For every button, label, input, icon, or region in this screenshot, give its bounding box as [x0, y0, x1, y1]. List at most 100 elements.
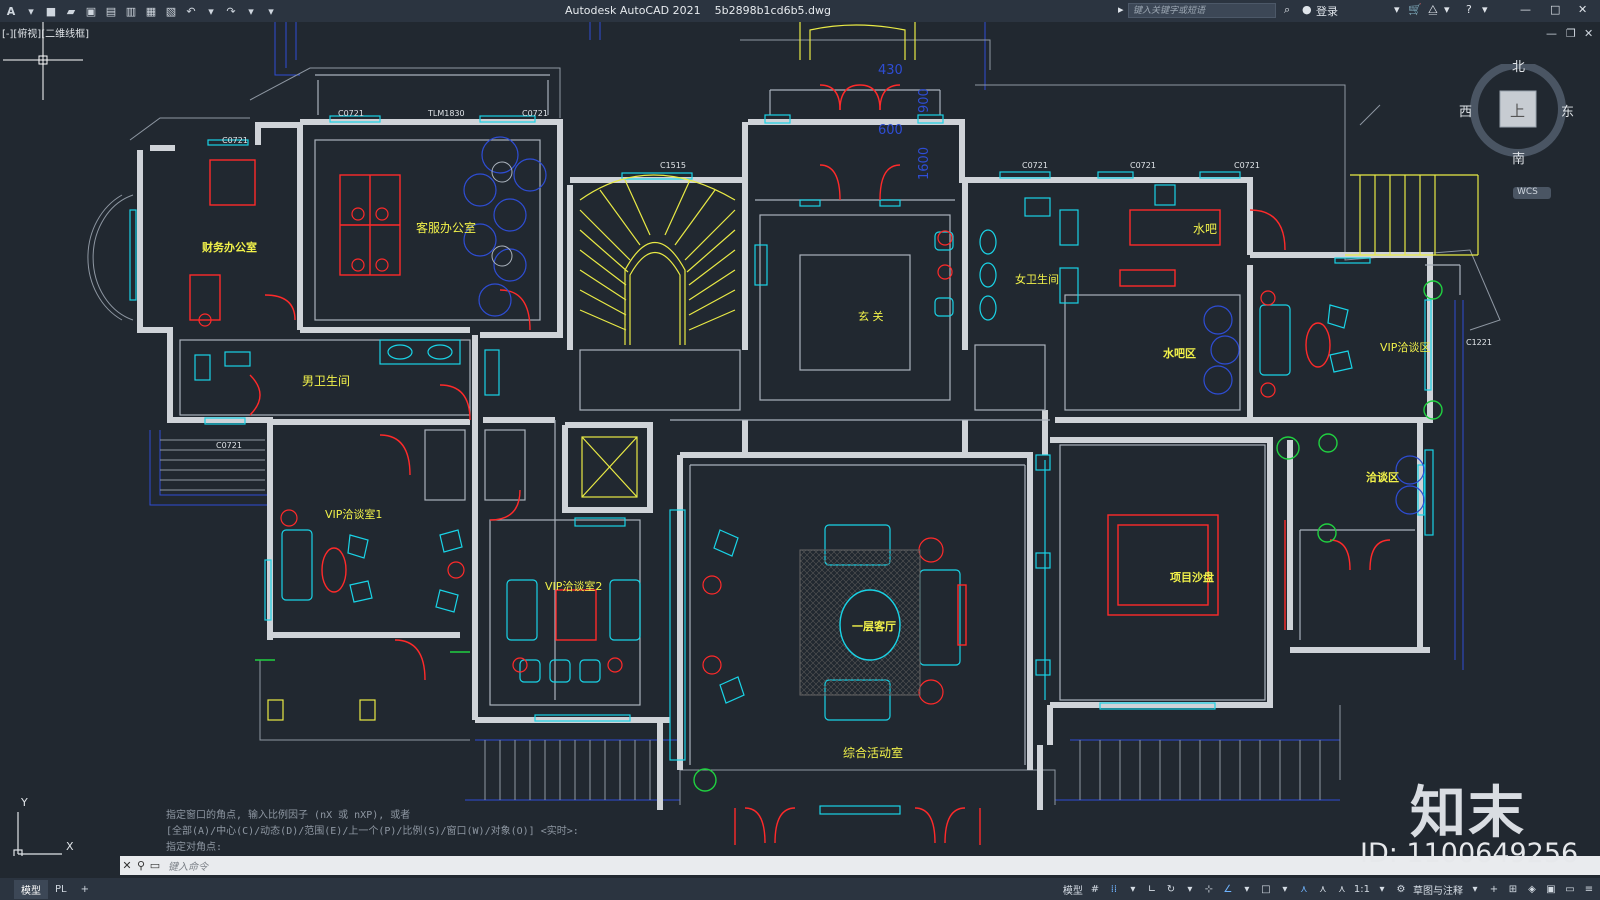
login-dropdown-icon[interactable]: ▾	[1394, 3, 1400, 16]
annotation-scale-value[interactable]: 1:1	[1354, 884, 1370, 895]
autocad-logo-icon[interactable]: A	[4, 4, 18, 18]
drawing-minimize-icon[interactable]: —	[1546, 27, 1557, 40]
command-input[interactable]: 键入命令	[168, 858, 208, 873]
autoscale-icon[interactable]: ⋏	[1316, 882, 1330, 896]
customize-icon[interactable]: ▾	[264, 4, 278, 18]
a360-dropdown-icon[interactable]: ▾	[1444, 3, 1450, 16]
hardware-acceleration-icon[interactable]: ▣	[1544, 882, 1558, 896]
room-label-vip1: VIP洽谈室1	[325, 507, 382, 521]
customization-menu-icon[interactable]: ≡	[1582, 882, 1596, 896]
search-input[interactable]: 键入关键字或短语	[1128, 3, 1276, 18]
grid-icon[interactable]: #	[1088, 882, 1102, 896]
osnap-icon[interactable]: ∠	[1221, 882, 1235, 896]
ucs-icon	[13, 812, 62, 859]
dim-1600: 1600	[917, 147, 932, 180]
viewcube[interactable]: 北 南 西 东 上 WCS	[1459, 60, 1574, 208]
redo-dropdown-icon[interactable]: ▾	[244, 4, 258, 18]
wcs-button[interactable]: WCS	[1517, 187, 1538, 197]
publish-icon[interactable]: ▧	[164, 4, 178, 18]
autodesk-a360-icon[interactable]: ⧋	[1428, 3, 1438, 17]
tag-tlm: TLM1830	[427, 109, 465, 118]
viewport-label[interactable]: [-][俯视][二维线框]	[2, 25, 89, 40]
room-label-womens: 女卫生间	[1015, 272, 1059, 286]
save-icon[interactable]: ▣	[84, 4, 98, 18]
room-label-vip2: VIP洽谈室2	[545, 579, 602, 593]
new-file-icon[interactable]: ■	[44, 4, 58, 18]
viewcube-east[interactable]: 东	[1561, 101, 1574, 120]
dim-900: 900	[917, 88, 932, 113]
osnap-dropdown-icon[interactable]: ▾	[1240, 882, 1254, 896]
isodraft-icon[interactable]: ⊹	[1202, 882, 1216, 896]
workspace-switch[interactable]: 草图与注释	[1413, 882, 1463, 897]
clean-screen-icon[interactable]: ▭	[1563, 882, 1577, 896]
ortho-icon[interactable]: ∟	[1145, 882, 1159, 896]
otrack-icon[interactable]: □	[1259, 882, 1273, 896]
room-label-bar-area: 水吧区	[1163, 346, 1196, 360]
annotation-visibility-icon[interactable]: ⋏	[1297, 882, 1311, 896]
search-icon[interactable]: ⌕	[1284, 3, 1290, 17]
undo-dropdown-icon[interactable]: ▾	[204, 4, 218, 18]
search-arrow-icon[interactable]: ▸	[1118, 3, 1124, 16]
annotation-monitor-icon[interactable]: +	[1487, 882, 1501, 896]
undo-icon[interactable]: ↶	[184, 4, 198, 18]
viewcube-north[interactable]: 北	[1512, 56, 1525, 75]
cart-icon[interactable]: 🛒	[1408, 3, 1422, 16]
file-name: 5b2898b1cd6b5.dwg	[714, 4, 832, 17]
command-customize-icon[interactable]: ⚲	[134, 859, 148, 873]
snap-dropdown-icon[interactable]: ▾	[1126, 882, 1140, 896]
status-toggles: 模型 # ⁞⁞ ▾ ∟ ↻ ▾ ⊹ ∠ ▾ □ ▾ ⋏ ⋏ ⋏ 1:1 ▾ ⚙ …	[1063, 878, 1596, 900]
room-label-negotiation: 洽谈区	[1366, 470, 1399, 484]
drawing-canvas[interactable]: 财务办公室 客服办公室 男卫生间 玄 关 女卫生间 水吧 水吧区 VIP洽谈区 …	[0, 22, 1600, 880]
walls	[137, 119, 1433, 810]
title-bar: A ▾ ■ ▰ ▣ ▤ ▥ ▦ ▧ ↶ ▾ ↷ ▾ ▾ Autodesk Aut…	[0, 0, 1600, 22]
tag-c0721a: C0721	[338, 109, 364, 118]
room-label-living: 一层客厅	[852, 619, 896, 633]
otrack-dropdown-icon[interactable]: ▾	[1278, 882, 1292, 896]
viewcube-west[interactable]: 西	[1459, 101, 1472, 120]
polar-icon[interactable]: ↻	[1164, 882, 1178, 896]
command-history-line1: 指定窗口的角点, 输入比例因子 (nX 或 nXP), 或者	[166, 810, 411, 821]
units-icon[interactable]: ⊞	[1506, 882, 1520, 896]
room-label-foyer: 玄 关	[858, 309, 884, 323]
help-dropdown-icon[interactable]: ▾	[1482, 3, 1488, 16]
close-icon[interactable]: ✕	[1578, 3, 1587, 16]
scale-dropdown-icon[interactable]: ▾	[1375, 882, 1389, 896]
tag-c1221: C1221	[1466, 338, 1492, 347]
tab-model[interactable]: 模型	[14, 879, 48, 899]
maximize-icon[interactable]: □	[1550, 3, 1560, 16]
model-space-button[interactable]: 模型	[1063, 882, 1083, 897]
dropdown-arrow-icon[interactable]: ▾	[24, 4, 38, 18]
tag-c0721g: C0721	[216, 441, 242, 450]
tab-layout[interactable]: PL	[48, 882, 74, 897]
command-grip-area	[0, 856, 120, 875]
annotation-scale-icon[interactable]: ⋏	[1335, 882, 1349, 896]
help-icon[interactable]: ?	[1466, 3, 1472, 16]
viewcube-south[interactable]: 南	[1512, 148, 1525, 167]
workspace-dropdown-icon[interactable]: ▾	[1468, 882, 1482, 896]
tag-c0721b: C0721	[222, 136, 248, 145]
room-label-activity: 综合活动室	[843, 745, 903, 760]
workspace-gear-icon[interactable]: ⚙	[1394, 882, 1408, 896]
window-title: Autodesk AutoCAD 2021 5b2898b1cd6b5.dwg	[565, 4, 831, 17]
redo-icon[interactable]: ↷	[224, 4, 238, 18]
login-button[interactable]: 登录	[1316, 3, 1338, 19]
user-icon[interactable]: ●	[1302, 3, 1312, 16]
brand-watermark: 知末	[1410, 781, 1526, 846]
viewcube-top-face[interactable]: 上	[1510, 100, 1525, 121]
open-folder-icon[interactable]: ▰	[64, 4, 78, 18]
drawing-restore-icon[interactable]: ❐	[1566, 27, 1576, 40]
drawing-close-icon[interactable]: ✕	[1584, 27, 1593, 40]
add-layout-button[interactable]: +	[74, 882, 96, 897]
print-icon[interactable]: ▥	[124, 4, 138, 18]
command-recent-icon[interactable]: ▭	[148, 859, 162, 873]
isolate-objects-icon[interactable]: ◈	[1525, 882, 1539, 896]
command-history-line2: [全部(A)/中心(C)/动态(D)/范围(E)/上一个(P)/比例(S)/窗口…	[166, 826, 579, 837]
snap-icon[interactable]: ⁞⁞	[1107, 882, 1121, 896]
command-close-icon[interactable]: ✕	[120, 859, 134, 873]
polar-dropdown-icon[interactable]: ▾	[1183, 882, 1197, 896]
room-label-finance: 财务办公室	[201, 240, 257, 254]
plot-icon[interactable]: ▦	[144, 4, 158, 18]
minimize-icon[interactable]: —	[1520, 3, 1531, 16]
room-label-sandtable: 项目沙盘	[1170, 570, 1214, 584]
save-as-icon[interactable]: ▤	[104, 4, 118, 18]
